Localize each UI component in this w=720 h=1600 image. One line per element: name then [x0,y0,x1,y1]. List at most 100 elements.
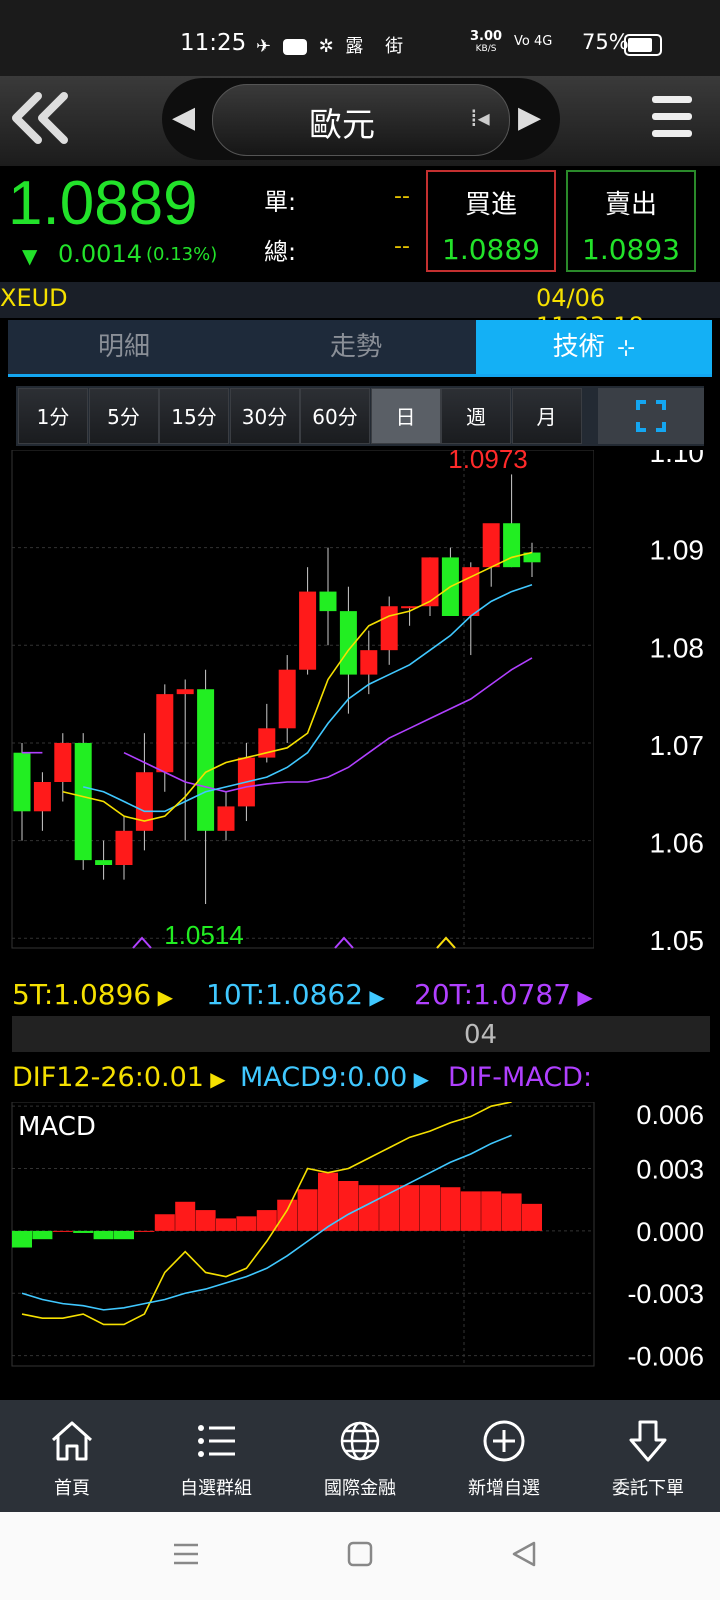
airplane-icon: ✈ [256,36,272,57]
low-price-label: 1.0514 [164,920,244,950]
menu-button[interactable] [652,96,696,142]
drag-handle-icon: ⁞◂ [470,104,490,132]
buy-label: 買進 [464,190,517,220]
macd-y-tick-label: -0.003 [627,1279,704,1309]
macd-y-tick-label: 0.003 [636,1155,704,1185]
candle-body [135,772,153,831]
period-2[interactable]: 15分 [159,388,229,444]
total-volume-value: -- [394,234,410,259]
sell-button[interactable]: 賣出 1.0893 [566,170,696,272]
ma20-legend[interactable]: 20T:1.0787 ▶ [414,978,593,1011]
single-volume-label: 單: [264,188,297,216]
symbol-list-button[interactable]: ⁞◂ [470,104,490,132]
date-axis-label: 04 [464,1020,498,1050]
period-1[interactable]: 5分 [88,388,159,444]
sell-label: 賣出 [604,190,657,220]
price-change-pct: (0.13%) [146,244,218,265]
flag-icon: ▶ [571,985,593,1009]
candle-body [197,689,215,831]
nav-place-order[interactable]: 委託下單 [576,1400,720,1512]
y-tick-label: 1.07 [650,730,705,761]
macd-chart[interactable]: 0.006 0.003 0.000 -0.003 -0.006 [0,1102,720,1398]
last-price: 1.0889 [8,169,198,238]
tab-tech[interactable]: 技術 ⊹ [476,320,712,374]
period-6[interactable]: 週 [441,388,511,444]
y-tick-label: 1.09 [650,535,705,566]
macd-bar [522,1203,542,1231]
triangle-right-icon: ▶ [518,100,542,135]
double-chevron-left-icon [12,92,68,144]
hamburger-icon [652,96,692,103]
back-nav-button[interactable] [510,1540,538,1572]
candle-body [319,591,337,612]
expand-icon [636,400,666,432]
symbol-code: XEUD [0,284,68,312]
macd-signal-legend[interactable]: MACD9:0.00 ▶ [240,1062,429,1093]
y-axis-area [594,450,720,970]
macd-y-tick-label: 0.006 [636,1102,704,1130]
macd-dif-legend[interactable]: DIF12-26:0.01 ▶ [12,1062,226,1093]
candle-body [54,742,72,782]
youtube-icon [282,39,307,55]
nav-international[interactable]: 國際金融 [288,1400,432,1512]
nav-add-watchlist[interactable]: 新增自選 [432,1400,576,1512]
fullscreen-button[interactable] [598,388,704,444]
period-0[interactable]: 1分 [18,388,88,444]
macd-bar [52,1230,73,1232]
single-volume-value: -- [394,184,410,209]
recent-apps-button[interactable] [172,1540,200,1572]
macd-bar [440,1187,461,1231]
tab-detail[interactable]: 明細 [8,320,240,374]
period-4[interactable]: 60分 [300,388,370,444]
macd-bar [12,1230,32,1248]
macd-bar [154,1214,175,1231]
macd-bar [114,1230,134,1240]
menu-lines-icon [174,1543,198,1565]
macd-histogram-legend[interactable]: DIF-MACD: [448,1062,592,1093]
candle-body [95,860,113,865]
triangle-left-icon: ◀ [172,100,196,135]
macd-bar [32,1230,53,1240]
nav-home[interactable]: 首頁 [0,1400,144,1512]
candle-body [217,806,235,831]
page-title: 歐元 [309,105,375,144]
home-icon [51,1421,93,1461]
period-7[interactable]: 月 [511,388,582,444]
buy-price: 1.0889 [442,233,540,266]
sell-price: 1.0893 [582,233,680,266]
macd-bar [379,1185,400,1231]
candlestick-chart[interactable]: 1.10 1.09 1.08 1.07 1.06 1.05 1.0973 1.0514 [0,450,720,970]
buy-button[interactable]: 買進 1.0889 [426,170,556,272]
macd-bar [134,1230,155,1232]
macd-bar [256,1210,277,1231]
tab-tech-label: 技術 [552,332,605,362]
next-symbol-button[interactable]: ▶ [518,100,541,135]
prev-symbol-button[interactable]: ◀ [172,100,195,135]
candle-body [156,694,174,773]
macd-bar [236,1216,257,1231]
notification-icons: ✈ ✲ 露 街 [256,32,411,58]
date-axis-bar [12,1016,710,1052]
ma10-legend[interactable]: 10T:1.0862 ▶ [206,978,385,1011]
macd-bar [195,1210,216,1231]
candle-body [421,557,439,607]
status-time: 11:25 [180,30,247,56]
macd-bar [277,1199,298,1231]
macd-bar [73,1230,94,1233]
tab-trend[interactable]: 走勢 [240,320,472,374]
total-volume-label: 總: [264,238,297,266]
candle-body [176,689,194,695]
macd-bar [338,1180,359,1231]
macd-bar [501,1193,522,1231]
nav-watchlist-groups[interactable]: 自選群組 [144,1400,288,1512]
battery-percent: 75% [582,30,629,54]
period-3[interactable]: 30分 [229,388,300,444]
ma5-legend[interactable]: 5T:1.0896 ▶ [12,978,173,1011]
home-button[interactable] [346,1540,374,1572]
candle-body [115,830,133,865]
square-icon [347,1541,373,1567]
period-5[interactable]: 日 [370,388,441,444]
candle-body [380,606,398,651]
pinwheel-icon: ✲ [318,36,334,57]
back-button[interactable] [8,90,88,150]
